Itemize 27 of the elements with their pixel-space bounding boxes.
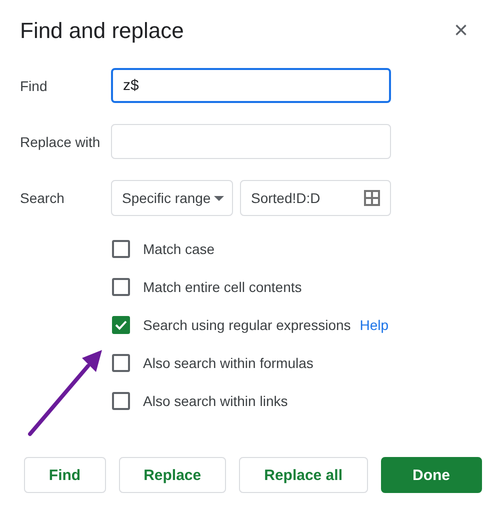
action-button[interactable]: Replace all [239, 457, 368, 493]
find-field[interactable]: z$ [111, 68, 391, 103]
option-label: Match entire cell contents [143, 279, 302, 295]
replace-field[interactable] [111, 124, 391, 159]
close-button[interactable]: × [454, 19, 482, 43]
scope-dropdown[interactable]: Specific range [111, 180, 233, 216]
field-label: Search [20, 190, 66, 206]
option-label: Search using regular expressions [143, 317, 351, 333]
grid-icon[interactable] [364, 190, 380, 206]
checkbox[interactable] [112, 392, 130, 410]
checkbox[interactable] [112, 240, 130, 258]
field-label: Replace with [20, 134, 102, 150]
caret-icon [214, 196, 224, 200]
option-label: Also search within links [143, 393, 288, 409]
done-button[interactable]: Done [380, 457, 482, 493]
range-text: Sorted!D:D [251, 190, 320, 206]
checkbox[interactable] [112, 278, 130, 296]
option-label: Match case [143, 241, 215, 257]
checkbox[interactable] [112, 316, 130, 334]
option-label: Also search within formulas [143, 355, 314, 371]
help-link[interactable]: Help [360, 317, 389, 333]
action-button[interactable]: Find [24, 457, 106, 493]
action-button[interactable]: Replace [118, 457, 226, 493]
range-field[interactable]: Sorted!D:D [240, 180, 391, 216]
dialog-title: Find and replace [20, 18, 184, 44]
checkbox[interactable] [112, 354, 130, 372]
field-label: Find [20, 78, 48, 94]
